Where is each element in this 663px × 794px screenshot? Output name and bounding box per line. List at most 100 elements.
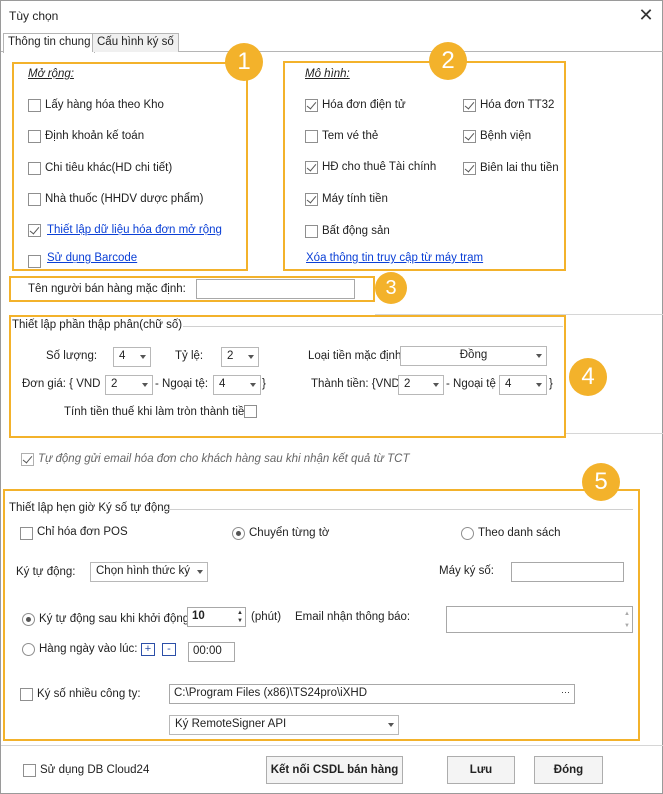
chevron-down-icon xyxy=(140,355,146,359)
radio-sau-khoi-dong[interactable] xyxy=(22,613,35,626)
time-input[interactable]: 00:00 xyxy=(188,642,235,662)
badge-2: 2 xyxy=(429,42,467,80)
thanh-tien-nt-value: 4 xyxy=(505,378,512,390)
tinh-tien-thue-label: Tính tiền thuế khi làm tròn thành tiền xyxy=(64,406,251,418)
email-label: Email nhận thông báo: xyxy=(295,611,411,623)
browse-icon[interactable]: ··· xyxy=(561,687,570,697)
checkbox-bat-dong-san[interactable] xyxy=(305,225,318,238)
tab-digital-signature[interactable]: Cấu hình ký số xyxy=(92,33,179,52)
checkbox-ky-so-nhieu-cong-ty[interactable] xyxy=(20,688,33,701)
chuyen-tung-to-label: Chuyển từng tờ xyxy=(249,527,330,539)
thanh-tien-nt-label: - Ngoại tệ xyxy=(446,378,496,390)
chevron-down-icon xyxy=(250,383,256,387)
ty-le-select[interactable]: 2 xyxy=(221,347,259,367)
link-xoa-thong-tin-truy-cap[interactable]: Xóa thông tin truy cập từ máy trạm xyxy=(306,252,483,264)
spinner-arrows-icon[interactable]: ▲ ▼ xyxy=(237,609,243,625)
mo-hinh-header: Mô hình: xyxy=(305,68,350,80)
loai-tien-select[interactable]: Đồng xyxy=(400,346,547,366)
tab-general[interactable]: Thông tin chung xyxy=(3,33,96,53)
tab-bar: Thông tin chung Cấu hình ký số xyxy=(1,33,663,53)
hang-ngay-label: Hàng ngày vào lúc: xyxy=(39,643,138,655)
ky-tu-dong-select[interactable]: Chọn hình thức ký xyxy=(90,562,208,582)
label-chi-tieu-khac: Chi tiêu khác(HD chi tiết) xyxy=(45,162,173,174)
checkbox-su-dung-barcode[interactable] xyxy=(28,255,41,268)
ky-tu-dong-value: Chọn hình thức ký xyxy=(96,565,190,577)
don-gia-nt-label: - Ngoại tệ: xyxy=(155,378,209,390)
radio-chuyen-tung-to[interactable] xyxy=(232,527,245,540)
checkbox-hoa-don-dien-tu[interactable] xyxy=(305,99,318,112)
minutes-spinner[interactable]: 10 ▲ ▼ xyxy=(187,607,246,627)
badge-3: 3 xyxy=(375,272,407,304)
checkbox-auto-email[interactable] xyxy=(21,453,34,466)
don-gia-nt-select[interactable]: 4 xyxy=(213,375,261,395)
close-icon[interactable]: ✕ xyxy=(637,5,655,25)
ty-le-value: 2 xyxy=(227,350,234,362)
checkbox-may-tinh-tien[interactable] xyxy=(305,193,318,206)
checkbox-bien-lai-thu-tien[interactable] xyxy=(463,162,476,175)
checkbox-tem-ve-the[interactable] xyxy=(305,130,318,143)
checkbox-chi-hoa-don-pos[interactable] xyxy=(20,527,33,540)
checkbox-nha-thuoc[interactable] xyxy=(28,193,41,206)
mo-rong-header: Mở rộng: xyxy=(28,68,74,80)
label-bat-dong-san: Bất động sản xyxy=(322,225,390,237)
checkbox-dinh-khoan[interactable] xyxy=(28,130,41,143)
scroll-arrows-icon[interactable]: ▲ ▼ xyxy=(624,608,630,632)
link-thiet-lap-du-lieu[interactable]: Thiết lập dữ liệu hóa đơn mở rộng xyxy=(47,224,222,236)
checkbox-hoa-don-tt32[interactable] xyxy=(463,99,476,112)
db-cloud24-label: Sử dụng DB Cloud24 xyxy=(40,764,150,776)
label-benh-vien: Bệnh viện xyxy=(480,130,532,142)
close-brace: } xyxy=(262,378,266,390)
path-input[interactable]: C:\Program Files (x86)\TS24pro\iXHD ··· xyxy=(169,684,575,704)
so-luong-value: 4 xyxy=(119,350,126,362)
thanh-tien-vnd-select[interactable]: 2 xyxy=(398,375,444,395)
thanh-tien-vnd-value: 2 xyxy=(404,378,411,390)
thanh-tien-nt-select[interactable]: 4 xyxy=(499,375,547,395)
phut-label: (phút) xyxy=(251,611,282,623)
remove-time-button[interactable]: - xyxy=(162,643,176,656)
chevron-down-icon xyxy=(536,354,542,358)
label-hoa-don-dien-tu: Hóa đơn điện tử xyxy=(322,99,406,111)
auto-email-label: Tự động gửi email hóa đơn cho khách hàng… xyxy=(38,453,410,465)
so-luong-select[interactable]: 4 xyxy=(113,347,151,367)
checkbox-chi-tieu-khac[interactable] xyxy=(28,162,41,175)
close-button[interactable]: Đóng xyxy=(534,756,603,784)
chi-hoa-don-pos-label: Chỉ hóa đơn POS xyxy=(37,526,128,538)
chevron-down-icon xyxy=(536,383,542,387)
don-gia-vnd-value: 2 xyxy=(111,378,118,390)
label-tem-ve-the: Tem vé thẻ xyxy=(322,130,379,142)
badge-1: 1 xyxy=(225,43,263,81)
may-ky-so-input[interactable] xyxy=(511,562,624,582)
chevron-down-icon xyxy=(142,383,148,387)
email-input[interactable]: ▲ ▼ xyxy=(446,606,633,633)
loai-tien-label: Loại tiền mặc định: xyxy=(308,350,405,362)
footer-divider xyxy=(1,745,663,746)
checkbox-benh-vien[interactable] xyxy=(463,130,476,143)
signer-select[interactable]: Ký RemoteSigner API xyxy=(169,715,399,735)
chevron-down-icon xyxy=(248,355,254,359)
label-lay-hang-hoa: Lấy hàng hóa theo Kho xyxy=(45,99,164,111)
thanh-tien-label: Thành tiền: {VND xyxy=(311,378,400,390)
checkbox-hd-cho-thue[interactable] xyxy=(305,161,318,174)
checkbox-thiet-lap-du-lieu[interactable] xyxy=(28,224,41,237)
label-may-tinh-tien: Máy tính tiền xyxy=(322,193,388,205)
don-gia-nt-value: 4 xyxy=(219,378,226,390)
radio-hang-ngay[interactable] xyxy=(22,643,35,656)
group-line xyxy=(183,326,563,327)
ty-le-label: Tỷ lệ: xyxy=(175,350,204,362)
checkbox-db-cloud24[interactable] xyxy=(23,764,36,777)
checkbox-lay-hang-hoa[interactable] xyxy=(28,99,41,112)
radio-theo-danh-sach[interactable] xyxy=(461,527,474,540)
label-hd-cho-thue: HĐ cho thuê Tài chính xyxy=(322,161,437,173)
seller-name-input[interactable] xyxy=(196,279,355,299)
link-su-dung-barcode[interactable]: Sử dụng Barcode xyxy=(47,252,137,264)
don-gia-label: Đơn giá: { VND xyxy=(22,378,101,390)
highlight-box-4 xyxy=(9,315,566,438)
connect-db-button[interactable]: Kết nối CSDL bán hàng xyxy=(266,756,403,784)
loai-tien-value: Đồng xyxy=(459,349,488,361)
don-gia-vnd-select[interactable]: 2 xyxy=(105,375,153,395)
add-time-button[interactable]: + xyxy=(141,643,155,656)
save-button[interactable]: Lưu xyxy=(447,756,515,784)
label-hoa-don-tt32: Hóa đơn TT32 xyxy=(480,99,555,111)
badge-4: 4 xyxy=(569,358,607,396)
checkbox-tinh-tien-thue[interactable] xyxy=(244,405,257,418)
